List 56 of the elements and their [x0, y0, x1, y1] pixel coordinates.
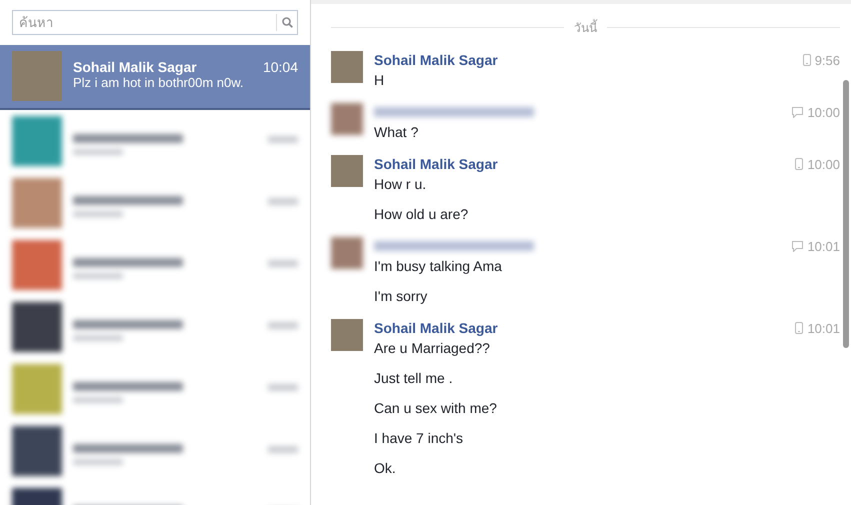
blurred-time [268, 384, 298, 391]
message-text: How r u. [374, 175, 428, 193]
blurred-avatar-placeholder [12, 364, 62, 414]
blurred-preview [73, 397, 123, 403]
message-time: 10:01 [807, 320, 840, 336]
sender-name[interactable]: Sohail Malik Sagar [374, 320, 498, 336]
message-text: Are u Marriaged?? [374, 339, 491, 357]
blurred-time [268, 446, 298, 453]
blurred-avatar-placeholder [12, 116, 62, 166]
sender-name[interactable]: Sohail Malik Sagar [374, 52, 498, 68]
blurred-time [268, 260, 298, 267]
blurred-avatar-placeholder [12, 302, 62, 352]
blurred-avatar-placeholder [12, 426, 62, 476]
message-text: How old u are? [374, 205, 470, 223]
message-time: 10:00 [807, 156, 840, 172]
blurred-avatar-placeholder [12, 178, 62, 228]
message-preview: Plz i am hot in bothr00m n0w. [73, 75, 245, 90]
blurred-time [268, 198, 298, 205]
message-text: I'm busy talking Ama [374, 257, 503, 275]
avatar-photo-placeholder [12, 51, 62, 101]
chat-bubble-icon [792, 106, 804, 118]
conversation-item[interactable]: Sohail Malik Sagar 10:04 Plz i am hot in bothr00m n0w. [0, 45, 310, 110]
message-text: I have 7 inch's [374, 429, 464, 447]
blurred-avatar-placeholder [331, 237, 363, 269]
blurred-avatar-placeholder [12, 240, 62, 290]
message-text: Ok. [374, 459, 397, 477]
avatar-photo-placeholder [331, 51, 363, 83]
avatar-photo-placeholder [331, 319, 363, 351]
blurred-preview [73, 273, 123, 279]
message-text: H [374, 71, 386, 89]
message-time: 10:01 [807, 238, 840, 254]
contact-name: Sohail Malik Sagar [73, 59, 197, 75]
blurred-avatar-placeholder [331, 103, 363, 135]
blurred-time [268, 136, 298, 143]
blurred-preview [73, 149, 123, 155]
date-divider: วันนี้ [574, 18, 597, 37]
search-field[interactable]: ค้นหา [12, 10, 298, 35]
phone-icon [795, 158, 804, 170]
message-text: Can u sex with me? [374, 399, 498, 417]
phone-icon [795, 322, 804, 334]
search-icon[interactable] [282, 17, 292, 28]
message-time: 9:56 [814, 52, 840, 68]
avatar-photo-placeholder [331, 155, 363, 187]
message-text: What ? [374, 123, 420, 141]
message-time: 10:00 [807, 104, 840, 120]
phone-icon [802, 54, 811, 66]
scrollbar[interactable] [843, 80, 849, 348]
blurred-time [268, 322, 298, 329]
blurred-preview [73, 335, 123, 341]
blurred-preview [73, 459, 123, 465]
message-time: 10:04 [262, 59, 298, 75]
message-text: Just tell me . [374, 369, 454, 387]
blurred-preview [73, 211, 123, 217]
message-text: I'm sorry [374, 287, 428, 305]
chat-bubble-icon [792, 240, 804, 252]
sender-name[interactable]: Sohail Malik Sagar [374, 156, 498, 172]
